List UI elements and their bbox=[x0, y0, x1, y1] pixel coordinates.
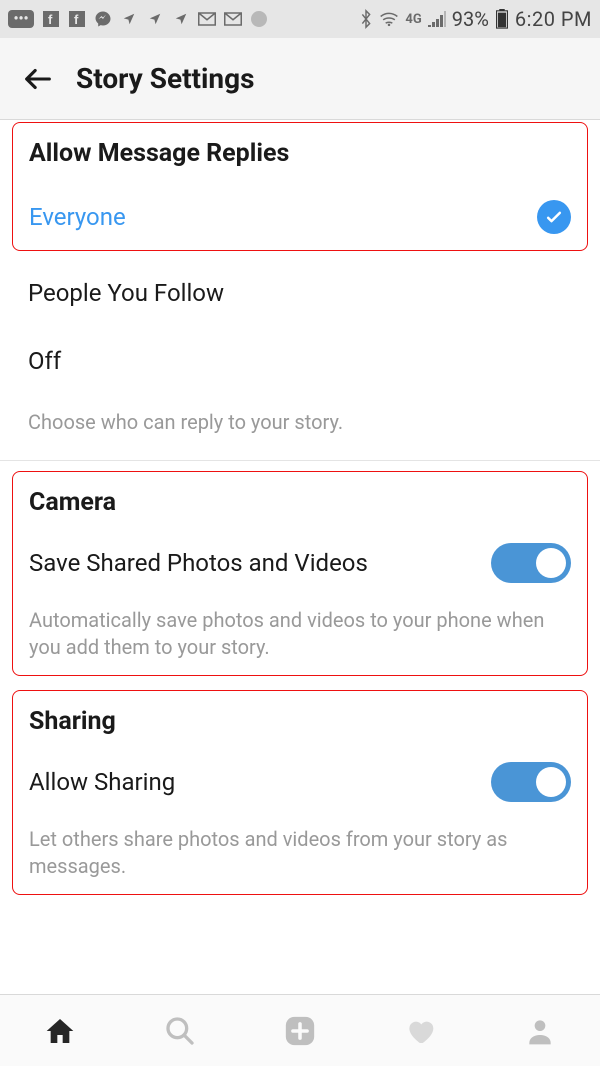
status-right: 4G 93% 6:20 PM bbox=[359, 7, 592, 31]
option-label: Everyone bbox=[29, 203, 126, 231]
toggle-label: Save Shared Photos and Videos bbox=[29, 549, 368, 577]
network-type: 4G bbox=[405, 12, 421, 27]
camera-helper: Automatically save photos and videos to … bbox=[21, 593, 579, 665]
allow-sharing-toggle-row: Allow Sharing bbox=[21, 744, 579, 812]
location-arrow-icon bbox=[120, 10, 138, 28]
svg-text:f: f bbox=[74, 12, 79, 27]
gmail-icon bbox=[224, 10, 242, 28]
status-left: ••• f f bbox=[8, 10, 268, 28]
gmail-icon bbox=[198, 10, 216, 28]
replies-option-people-you-follow[interactable]: People You Follow bbox=[0, 259, 600, 327]
svg-text:f: f bbox=[48, 12, 53, 27]
signal-icon bbox=[428, 11, 446, 27]
page-title: Story Settings bbox=[76, 62, 255, 95]
battery-percentage: 93% bbox=[452, 7, 489, 31]
content: Allow Message Replies Everyone People Yo… bbox=[0, 122, 600, 895]
more-notifications-icon: ••• bbox=[8, 10, 34, 28]
back-button[interactable] bbox=[18, 59, 58, 99]
camera-title: Camera bbox=[21, 482, 579, 525]
location-arrow-icon bbox=[172, 10, 190, 28]
bluetooth-icon bbox=[359, 9, 373, 29]
toggle-knob bbox=[536, 548, 566, 578]
nav-home[interactable] bbox=[40, 1011, 80, 1051]
sharing-helper: Let others share photos and videos from … bbox=[21, 812, 579, 884]
allow-sharing-toggle[interactable] bbox=[491, 762, 571, 802]
replies-option-everyone[interactable]: Everyone bbox=[21, 194, 579, 240]
bottom-nav bbox=[0, 994, 600, 1066]
toggle-label: Allow Sharing bbox=[29, 768, 175, 796]
clock: 6:20 PM bbox=[515, 7, 592, 31]
replies-helper: Choose who can reply to your story. bbox=[0, 395, 600, 460]
nav-activity[interactable] bbox=[400, 1011, 440, 1051]
divider bbox=[0, 460, 600, 461]
nav-profile[interactable] bbox=[520, 1011, 560, 1051]
battery-icon bbox=[495, 9, 509, 29]
save-shared-toggle-row: Save Shared Photos and Videos bbox=[21, 525, 579, 593]
nav-add[interactable] bbox=[280, 1011, 320, 1051]
messenger-icon bbox=[94, 10, 112, 28]
app-icon bbox=[250, 10, 268, 28]
checkmark-icon bbox=[537, 200, 571, 234]
status-bar: ••• f f bbox=[0, 0, 600, 38]
replies-option-off[interactable]: Off bbox=[0, 327, 600, 395]
facebook-icon: f bbox=[68, 10, 86, 28]
replies-title: Allow Message Replies bbox=[21, 133, 579, 194]
facebook-icon: f bbox=[42, 10, 60, 28]
sharing-section: Sharing Allow Sharing Let others share p… bbox=[12, 690, 588, 895]
toggle-knob bbox=[536, 767, 566, 797]
replies-section: Allow Message Replies Everyone bbox=[12, 122, 588, 251]
wifi-icon bbox=[379, 11, 399, 27]
camera-section: Camera Save Shared Photos and Videos Aut… bbox=[12, 471, 588, 676]
sharing-title: Sharing bbox=[21, 701, 579, 744]
header: Story Settings bbox=[0, 38, 600, 120]
location-arrow-icon bbox=[146, 10, 164, 28]
nav-search[interactable] bbox=[160, 1011, 200, 1051]
save-shared-toggle[interactable] bbox=[491, 543, 571, 583]
